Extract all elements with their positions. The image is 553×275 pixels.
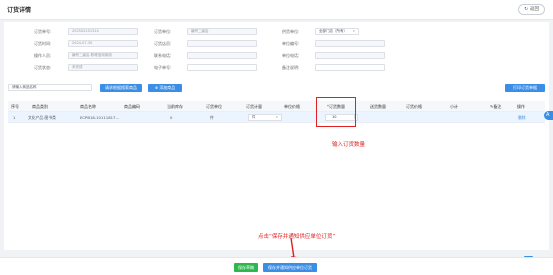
form-label: 操作人员: bbox=[34, 53, 52, 58]
col-delivered: 送货数量 bbox=[370, 104, 386, 109]
save-and-notify-button[interactable]: 保存并通知供应单位订货 bbox=[263, 263, 317, 272]
form-field-value: 2024-07-30 bbox=[72, 41, 93, 45]
form-field[interactable] bbox=[315, 52, 385, 59]
form-field-value: 全部门店（所有） bbox=[319, 29, 347, 33]
form-field-value: 202502251314 bbox=[72, 29, 99, 33]
form-label: 电子单号: bbox=[154, 65, 172, 70]
form-field[interactable] bbox=[315, 40, 385, 47]
back-icon: ↻ bbox=[524, 6, 528, 12]
search-input[interactable]: 请输入商品名称 bbox=[8, 84, 92, 91]
chevron-down-icon: ∨ bbox=[352, 29, 355, 33]
form-label: 联系电话: bbox=[154, 53, 172, 58]
print-order-button[interactable]: 打印订货单据 bbox=[505, 84, 545, 92]
form-field[interactable]: 全部门店（所有） ∨ bbox=[315, 28, 359, 35]
col-code: 商品编码 bbox=[124, 104, 140, 109]
form-field[interactable] bbox=[187, 52, 257, 59]
col-measure: 订货计量 bbox=[246, 104, 262, 109]
form-field[interactable] bbox=[315, 64, 385, 71]
save-draft-button[interactable]: 保存草稿 bbox=[234, 263, 258, 272]
form-label: 订货单位: bbox=[154, 29, 172, 34]
add-goods-label: 添加商品 bbox=[159, 85, 176, 90]
col-subtotal: 小计 bbox=[450, 104, 458, 109]
table-row[interactable]: 1 文化产品-图书类 ECPB18-10111817... 0 件 件 ∨ 10… bbox=[8, 112, 545, 123]
col-remark-label: 备注 bbox=[493, 104, 502, 109]
side-float-button[interactable]: A bbox=[544, 111, 553, 120]
delete-link[interactable]: 删除 bbox=[518, 115, 526, 121]
form-field-value: 未完成 bbox=[72, 65, 83, 69]
col-stock: 当前库存 bbox=[167, 104, 183, 109]
row-unit: 件 bbox=[210, 115, 214, 120]
col-order-price: 订货价格 bbox=[406, 104, 422, 109]
chevron-down-icon: ∨ bbox=[275, 115, 278, 119]
form-field[interactable]: 2024-07-30 bbox=[68, 40, 138, 47]
bottom-action-bar: 保存草稿 保存并通知供应单位订货 bbox=[0, 257, 553, 275]
row-index: 1 bbox=[13, 115, 16, 120]
back-label: 返回 bbox=[530, 6, 539, 12]
table-header: 序号 商品类别 商品名称 商品编码 当前库存 订货单位 订货计量 单位价格 *订… bbox=[8, 101, 545, 112]
qty-highlight-box bbox=[316, 97, 356, 127]
form-label: 订货状态: bbox=[34, 65, 52, 70]
row-category: 文化产品-图书类 bbox=[28, 115, 56, 120]
row-stock: 0 bbox=[170, 115, 173, 120]
col-index: 序号 bbox=[11, 104, 19, 109]
form-field[interactable] bbox=[187, 64, 257, 71]
col-name: 商品名称 bbox=[80, 104, 96, 109]
form-field[interactable]: 202502251314 bbox=[68, 28, 138, 35]
form-label: 单位电话: bbox=[282, 53, 300, 58]
form-label: 订货店员: bbox=[154, 41, 172, 46]
col-category: 商品类别 bbox=[32, 104, 48, 109]
add-goods-button[interactable]: ⊕ 添加商品 bbox=[148, 84, 182, 92]
col-price: 单位价格 bbox=[284, 104, 300, 109]
form-field[interactable] bbox=[187, 40, 257, 47]
form-label: 供货单位: bbox=[282, 29, 300, 34]
side-badge-letter: A bbox=[546, 112, 550, 118]
col-remark: ✎备注 bbox=[490, 104, 501, 110]
form-label: 订货单号: bbox=[34, 29, 52, 34]
form-label: 订货时间: bbox=[34, 41, 52, 46]
form-label: 单位编号: bbox=[282, 41, 300, 46]
col-action: 操作 bbox=[517, 104, 525, 109]
form-field-value: 编号二级店-陈唯信用用用 bbox=[72, 53, 112, 57]
form-field-value: 编号二级店 bbox=[191, 29, 209, 33]
form-field[interactable]: 编号二级店-陈唯信用用用 bbox=[68, 52, 138, 59]
search-placeholder: 请输入商品名称 bbox=[12, 85, 37, 89]
form-field[interactable]: 编号二级店 bbox=[187, 28, 257, 35]
row-name: ECPB18-10111817... bbox=[80, 115, 120, 120]
measure-select[interactable]: 件 ∨ bbox=[248, 114, 282, 121]
form-label: 备注说明: bbox=[282, 65, 300, 70]
qty-note: 输入订货数量 bbox=[332, 142, 366, 148]
col-unit: 订货单位 bbox=[206, 104, 222, 109]
page-header: 订货详情 ↻ 返回 bbox=[0, 0, 553, 20]
back-button[interactable]: ↻ 返回 bbox=[518, 4, 545, 15]
search-button[interactable]: 请求根据搜索商品 bbox=[100, 84, 142, 92]
form-field[interactable]: 未完成 bbox=[68, 64, 138, 71]
page: 订货详情 ↻ 返回 订货单号: 202502251314 订货单位: 编号二级店 供货单… bbox=[0, 0, 553, 275]
measure-value: 件 bbox=[252, 115, 256, 119]
order-detail-card: 订货单号: 202502251314 订货单位: 编号二级店 供货单位: 全部门店（所有）… bbox=[4, 22, 549, 264]
page-title: 订货详情 bbox=[7, 7, 32, 14]
